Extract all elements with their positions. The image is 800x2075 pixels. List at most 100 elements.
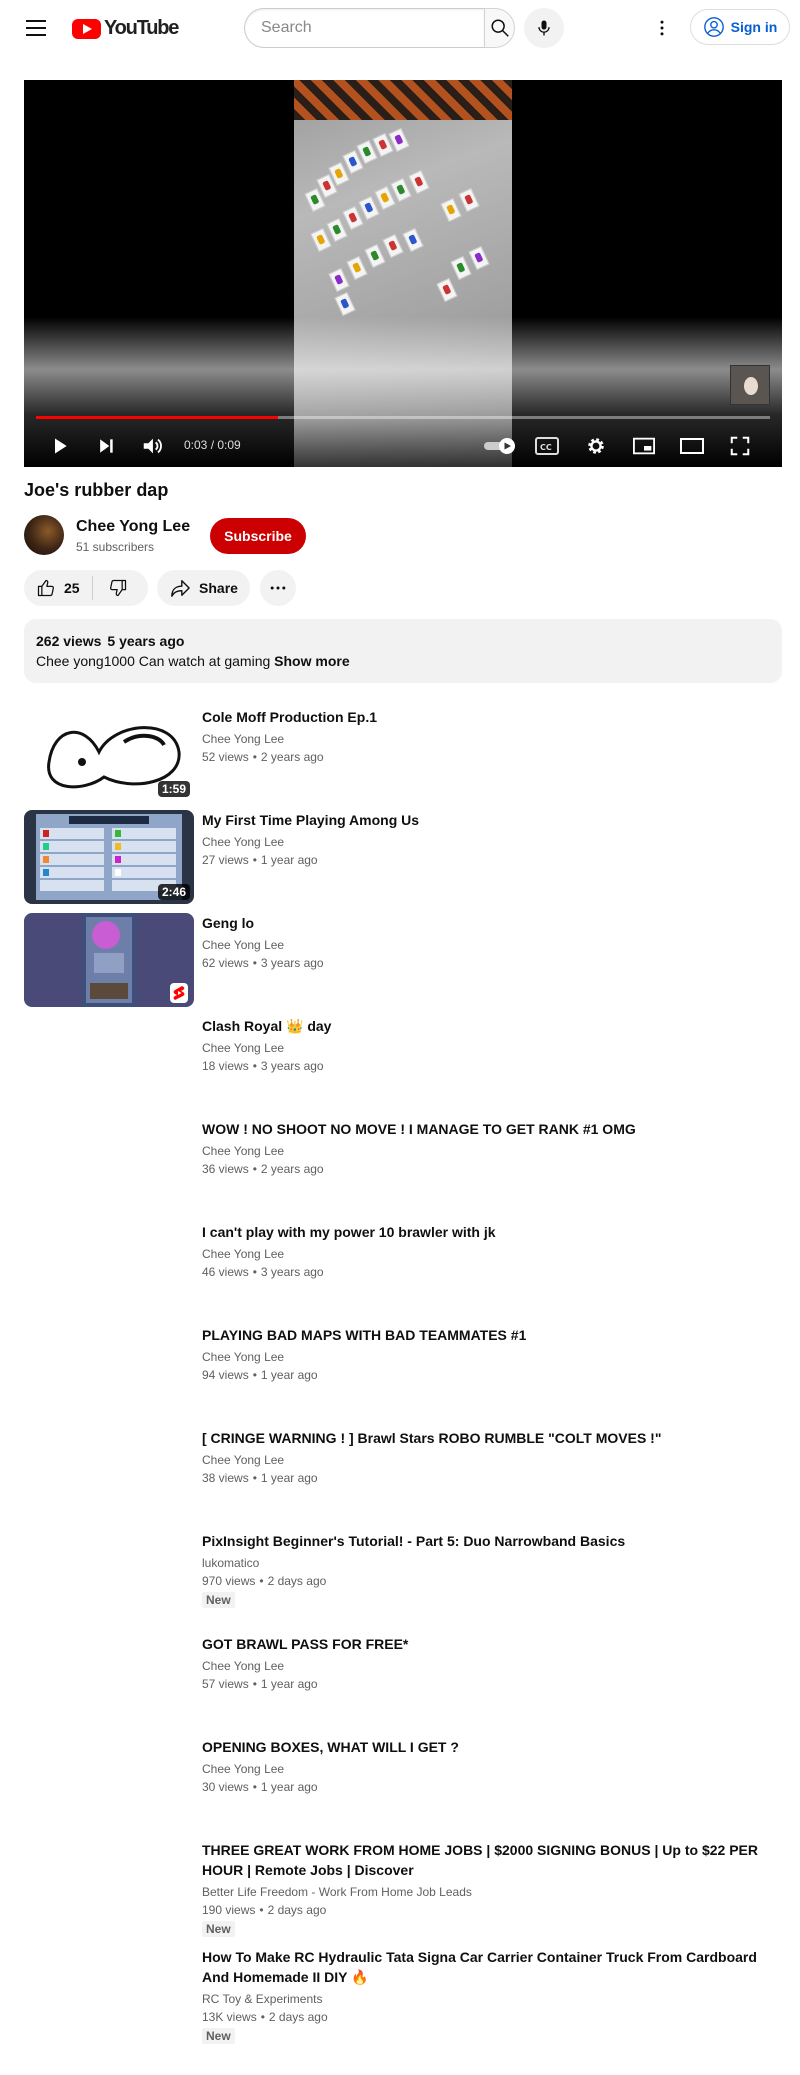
youtube-logo[interactable]: YouTube [72,17,179,40]
recommended-video[interactable]: Geng lo Chee Yong Lee 62 views • 3 years ago [24,913,784,1007]
video-channel-name[interactable]: RC Toy & Experiments [202,1990,782,2008]
video-age: 3 years ago [260,956,324,970]
video-title-link[interactable]: GOT BRAWL PASS FOR FREE* [202,1634,782,1654]
mute-button[interactable] [132,425,172,467]
recommended-video[interactable]: How To Make RC Hydraulic Tata Signa Car … [24,1947,784,2044]
video-age: 1 year ago [260,853,318,867]
video-metadata: 36 views • 2 years ago [202,1160,782,1178]
video-channel-name[interactable]: Chee Yong Lee [202,1760,782,1778]
search-box [244,8,515,48]
dislike-button[interactable] [93,570,143,606]
video-age: 3 years ago [260,1059,324,1073]
skip-next-icon [100,439,113,453]
recommended-video[interactable]: OPENING BOXES, WHAT WILL I GET ? Chee Yon… [24,1737,784,1831]
video-title-link[interactable]: Clash Royal 👑 day [202,1016,782,1036]
fullscreen-button[interactable] [720,425,760,467]
thumbs-down-icon [109,579,126,597]
recommended-video[interactable]: GOT BRAWL PASS FOR FREE* Chee Yong Lee 57 … [24,1634,784,1728]
video-title-link[interactable]: My First Time Playing Among Us [202,810,782,830]
video-channel-name[interactable]: lukomatico [202,1554,782,1572]
recommended-video[interactable]: THREE GREAT WORK FROM HOME JOBS | $2000 … [24,1840,784,1937]
video-title-link[interactable]: Cole Moff Production Ep.1 [202,707,782,727]
player-overlay-thumbnail[interactable] [730,365,770,405]
video-channel-name[interactable]: Better Life Freedom - Work From Home Job… [202,1883,782,1901]
video-age: 3 years ago [260,1265,324,1279]
more-actions-button[interactable] [260,570,296,606]
progress-bar[interactable] [36,416,770,419]
video-channel-name[interactable]: Chee Yong Lee [202,1245,782,1263]
recommended-video[interactable]: Clash Royal 👑 day Chee Yong Lee 18 views • 3… [24,1016,784,1110]
separator-dot: • [252,1368,257,1382]
video-views: 62 views [202,956,249,970]
video-title-link[interactable]: How To Make RC Hydraulic Tata Signa Car … [202,1947,782,1987]
video-details: WOW ! NO SHOOT NO MOVE ! I MANAGE TO GET… [202,1119,782,1178]
video-channel-name[interactable]: Chee Yong Lee [202,1142,782,1160]
guide-menu-button[interactable] [16,10,56,46]
video-details: THREE GREAT WORK FROM HOME JOBS | $2000 … [202,1840,782,1938]
video-title-link[interactable]: Geng lo [202,913,782,933]
video-thumbnail[interactable] [24,913,194,1007]
video-views: 94 views [202,1368,249,1382]
miniplayer-button[interactable] [624,425,664,467]
shorts-badge [170,983,188,1003]
recommended-video[interactable]: PixInsight Beginner's Tutorial! - Part 5… [24,1531,784,1625]
video-title-link[interactable]: WOW ! NO SHOOT NO MOVE ! I MANAGE TO GET… [202,1119,782,1139]
video-title-link[interactable]: PixInsight Beginner's Tutorial! - Part 5… [202,1531,782,1551]
separator-dot: • [252,1677,257,1691]
autoplay-toggle[interactable] [480,425,520,467]
recommended-video[interactable]: WOW ! NO SHOOT NO MOVE ! I MANAGE TO GET… [24,1119,784,1213]
next-button[interactable] [86,425,126,467]
settings-button[interactable] [576,425,616,467]
fullscreen-icon [730,436,750,456]
channel-avatar[interactable] [24,515,64,555]
shorts-icon [173,986,185,1000]
video-channel-name[interactable]: Chee Yong Lee [202,730,782,748]
video-channel-name[interactable]: Chee Yong Lee [202,1039,782,1057]
player-controls: 0:03 / 0:09 CC [24,425,782,467]
channel-name[interactable]: Chee Yong Lee [76,518,190,536]
hamburger-icon [26,20,46,22]
recommended-video[interactable]: [ CRINGE WARNING ! ] Brawl Stars ROBO RU… [24,1428,784,1522]
video-title-link[interactable]: THREE GREAT WORK FROM HOME JOBS | $2000 … [202,1840,782,1880]
search-button[interactable] [484,8,515,48]
video-thumbnail[interactable]: 1:59 [24,707,194,801]
video-metadata: 94 views • 1 year ago [202,1366,782,1384]
video-channel-name[interactable]: Chee Yong Lee [202,833,782,851]
video-views: 190 views [202,1903,256,1917]
separator-dot: • [252,956,257,970]
sign-in-button[interactable]: Sign in [690,9,790,45]
video-title-link[interactable]: I can't play with my power 10 brawler wi… [202,1222,782,1242]
video-title-link[interactable]: PLAYING BAD MAPS WITH BAD TEAMMATES #1 [202,1325,782,1345]
voice-search-button[interactable] [524,8,564,48]
recommended-video[interactable]: 1:59 Cole Moff Production Ep.1 Chee Yong L… [24,707,784,801]
share-button[interactable]: Share [157,570,250,606]
description-box[interactable]: 262 views 5 years ago Chee yong1000 Can w… [24,619,782,683]
autoplay-toggle-icon [484,438,515,454]
subtitles-button[interactable]: CC [527,425,567,467]
recommended-video[interactable]: I can't play with my power 10 brawler wi… [24,1222,784,1316]
new-badge: New [202,2028,235,2044]
video-details: GOT BRAWL PASS FOR FREE* Chee Yong Lee 57 … [202,1634,782,1693]
video-channel-name[interactable]: Chee Yong Lee [202,1451,782,1469]
search-input[interactable] [244,8,484,48]
video-title-link[interactable]: OPENING BOXES, WHAT WILL I GET ? [202,1737,782,1757]
theater-mode-button[interactable] [672,425,712,467]
show-more-link[interactable]: Show more [274,653,349,669]
recommended-video[interactable]: PLAYING BAD MAPS WITH BAD TEAMMATES #1 Ch… [24,1325,784,1419]
play-button[interactable] [40,425,80,467]
video-metadata: 62 views • 3 years ago [202,954,782,972]
like-button[interactable]: 25 [24,570,92,606]
play-icon [55,438,67,454]
video-age: 2 years ago [260,1162,324,1176]
video-channel-name[interactable]: Chee Yong Lee [202,1657,782,1675]
video-title-link[interactable]: [ CRINGE WARNING ! ] Brawl Stars ROBO RU… [202,1428,782,1448]
video-details: Clash Royal 👑 day Chee Yong Lee 18 views • 3… [202,1016,782,1075]
video-player[interactable]: 0:03 / 0:09 CC [24,80,782,467]
recommended-video[interactable]: 2:46 My First Time Playing Among Us Chee Y… [24,810,784,904]
video-channel-name[interactable]: Chee Yong Lee [202,936,782,954]
settings-menu-button[interactable] [644,8,680,48]
subscribe-button[interactable]: Subscribe [210,518,306,554]
video-thumbnail[interactable]: 2:46 [24,810,194,904]
video-age: 1 year ago [260,1471,318,1485]
video-channel-name[interactable]: Chee Yong Lee [202,1348,782,1366]
